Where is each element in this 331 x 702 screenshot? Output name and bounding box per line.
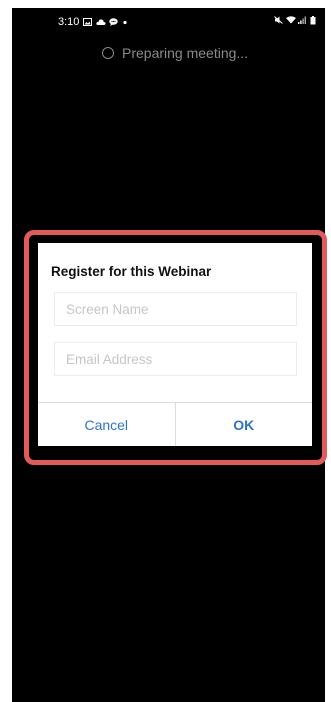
dialog-buttons: Cancel OK [38, 402, 312, 446]
loading-text: Preparing meeting... [122, 45, 249, 61]
cancel-button[interactable]: Cancel [38, 403, 176, 446]
cloud-icon [96, 18, 107, 26]
status-time: 3:10 [58, 16, 80, 28]
loading-indicator: Preparing meeting... [102, 45, 248, 61]
battery-icon [310, 16, 319, 25]
register-webinar-dialog: Register for this Webinar Cancel OK [38, 243, 312, 446]
gallery-icon [83, 18, 93, 26]
dialog-title: Register for this Webinar [51, 264, 212, 279]
status-bar-right [274, 16, 319, 25]
status-bar-left: 3:10 [58, 16, 131, 28]
email-address-input[interactable] [54, 342, 297, 376]
mute-icon [274, 16, 283, 24]
dot-icon [122, 18, 131, 26]
screen-name-input[interactable] [54, 292, 297, 326]
signal-icon [298, 16, 307, 24]
ok-button[interactable]: OK [176, 403, 313, 446]
status-bar: 3:10 [12, 8, 325, 36]
spinner-icon [102, 47, 114, 59]
phone-screen: 3:10 Preparing meeting... Register for t… [12, 8, 327, 702]
chat-bubble-icon [109, 18, 119, 26]
wifi-icon [286, 16, 296, 24]
